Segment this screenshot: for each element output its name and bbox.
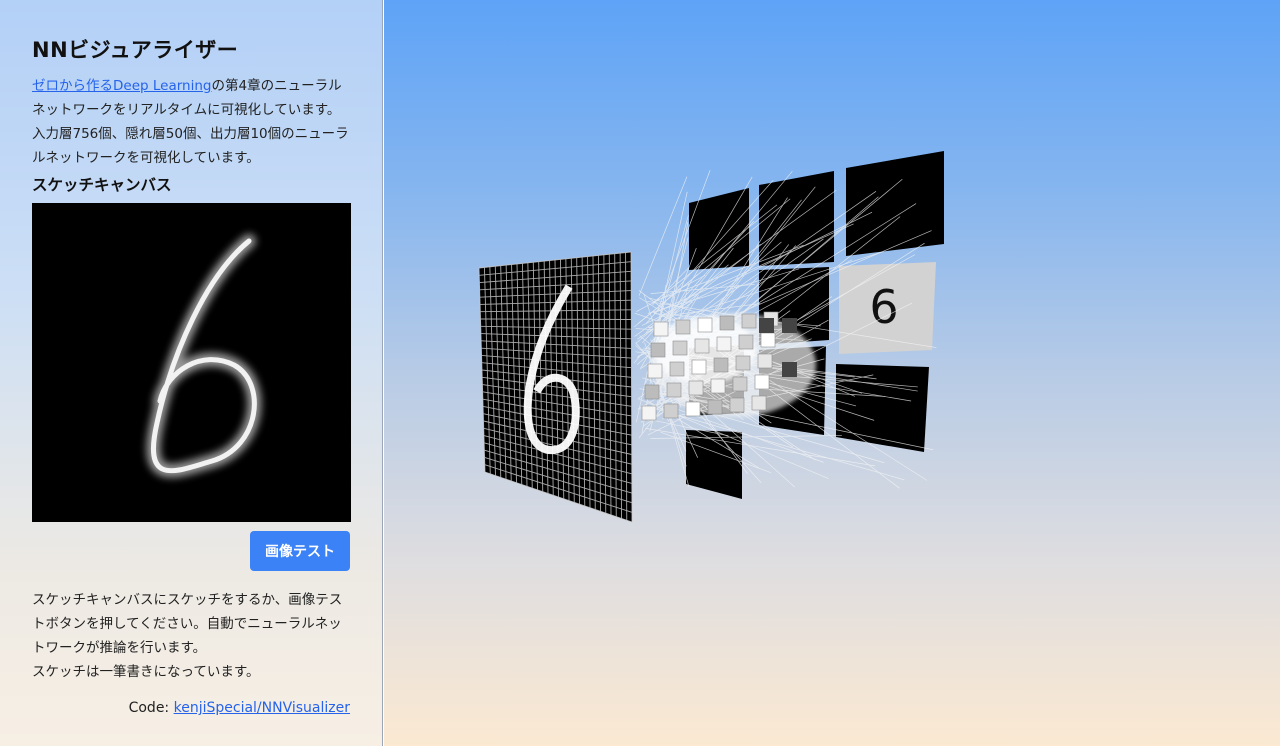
hidden-neuron-cube xyxy=(685,401,701,417)
hidden-neuron-cube xyxy=(672,340,688,356)
hidden-neuron-cube xyxy=(666,382,682,398)
output-prediction-label: 6 xyxy=(869,280,898,334)
network-description: 入力層756個、隠れ層50個、出力層10個のニューラルネットワークを可視化してい… xyxy=(32,126,349,166)
hidden-neuron-cube xyxy=(754,374,770,390)
hidden-neuron-cube xyxy=(710,378,726,394)
visualizer-3d-view[interactable]: 6 6 xyxy=(384,0,1280,746)
hidden-neuron-cube xyxy=(741,313,757,329)
hidden-neuron-cube xyxy=(713,357,729,373)
hidden-neuron-cube xyxy=(732,376,748,392)
output-neuron-panel xyxy=(689,188,749,270)
hidden-neuron-cube xyxy=(688,380,704,396)
instructions-note: スケッチは一筆書きになっています。 xyxy=(32,664,260,680)
hidden-neuron-cube xyxy=(697,317,713,333)
hidden-neuron-cube xyxy=(663,403,679,419)
sketch-canvas-container xyxy=(32,203,351,522)
output-neuron-panel xyxy=(846,151,944,256)
code-label: Code: xyxy=(128,700,174,716)
hidden-neuron-cube xyxy=(647,363,663,379)
app-title: NNビジュアライザー xyxy=(32,38,239,62)
network-3d-scene[interactable]: 6 6 xyxy=(384,0,1280,746)
code-credit: Code: kenjiSpecial/NNVisualizer xyxy=(129,700,350,716)
image-test-button[interactable]: 画像テスト xyxy=(250,531,350,571)
hidden-neuron-cube-active xyxy=(782,318,797,333)
hidden-neuron-cube xyxy=(650,342,666,358)
hidden-neuron-cube-active xyxy=(759,318,774,333)
instructions-text: スケッチキャンバスにスケッチをするか、画像テストボタンを押してください。自動でニ… xyxy=(32,592,343,656)
hidden-neuron-cube xyxy=(641,405,657,421)
intro-paragraph: ゼロから作るDeep Learningの第4章のニューラルネットワークをリアルタ… xyxy=(32,74,350,122)
github-repo-link[interactable]: kenjiSpecial/NNVisualizer xyxy=(174,700,350,716)
hidden-neuron-cube xyxy=(675,319,691,335)
sketch-canvas-heading: スケッチキャンバス xyxy=(32,176,172,194)
output-neuron-panel xyxy=(836,364,929,452)
hidden-neuron-cube xyxy=(760,332,776,348)
hidden-neuron-cube xyxy=(757,353,773,369)
hidden-neuron-cube xyxy=(719,315,735,331)
sketch-canvas[interactable] xyxy=(32,203,351,522)
hidden-neuron-cube xyxy=(738,334,754,350)
sidebar: NNビジュアライザー ゼロから作るDeep Learningの第4章のニューラル… xyxy=(0,0,383,746)
hidden-neuron-cube xyxy=(735,355,751,371)
output-neuron-panel xyxy=(686,430,742,499)
hidden-neuron-cube-active xyxy=(782,362,797,377)
hidden-neuron-cube xyxy=(707,399,723,415)
hidden-neuron-cube xyxy=(694,338,710,354)
input-layer: 6 xyxy=(478,251,633,523)
hidden-neuron-cube xyxy=(644,384,660,400)
hidden-neuron-cube xyxy=(691,359,707,375)
hidden-neuron-cube xyxy=(729,397,745,413)
book-link[interactable]: ゼロから作るDeep Learning xyxy=(32,78,211,94)
hidden-neuron-cube xyxy=(716,336,732,352)
hidden-neuron-cube xyxy=(751,395,767,411)
hidden-neuron-cube xyxy=(653,321,669,337)
hidden-neuron-cube xyxy=(669,361,685,377)
